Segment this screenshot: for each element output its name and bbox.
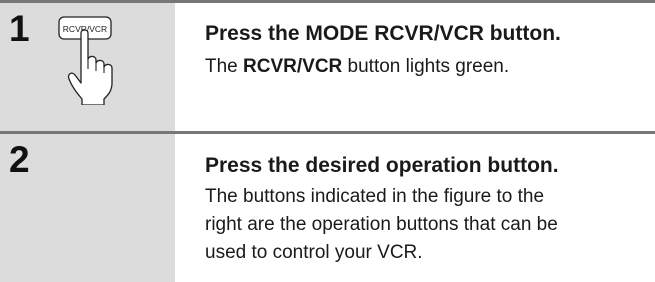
step-1-heading: Press the MODE RCVR/VCR button. (205, 22, 561, 45)
step-2-line-3: used to control your VCR. (205, 242, 423, 263)
step-1-panel: 1 RCVR/VCR (0, 3, 175, 131)
step-2-content: Press the desired operation button. The … (205, 152, 650, 267)
step-2-number: 2 (9, 139, 30, 180)
step-1-text-bold: RCVR/VCR (243, 56, 343, 77)
finger-press-button-icon: RCVR/VCR (58, 16, 113, 105)
step-2-description: The buttons indicated in the figure to t… (205, 183, 650, 267)
step-2-heading: Press the desired operation button. (205, 154, 559, 177)
step-2-line-1: The buttons indicated in the figure to t… (205, 186, 545, 207)
instruction-page: 1 RCVR/VCR Press the MODE RCVR/VCR butto… (0, 0, 655, 282)
step-1-text-pre: The (205, 56, 244, 77)
step-1-number: 1 (9, 8, 30, 49)
step-2-line-2: right are the operation buttons that can… (205, 214, 558, 235)
step-1-text-post: button lights green. (342, 56, 510, 77)
step-1-content: Press the MODE RCVR/VCR button. The RCVR… (205, 20, 650, 81)
step-2-panel: 2 (0, 134, 175, 282)
step-1-description: The RCVR/VCR button lights green. (205, 53, 650, 81)
